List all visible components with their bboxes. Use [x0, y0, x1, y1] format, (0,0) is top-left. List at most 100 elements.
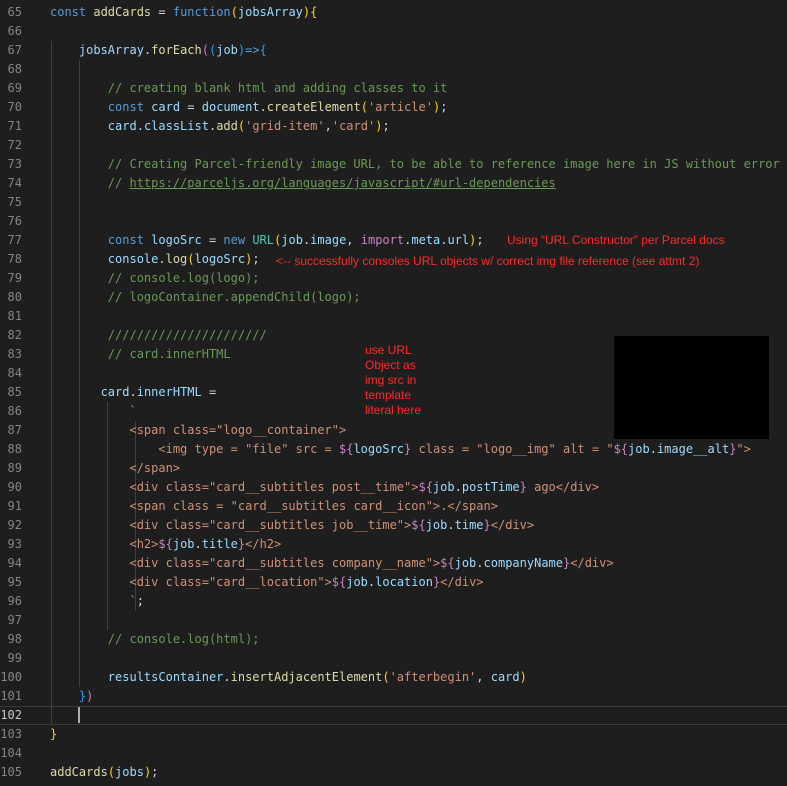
code-token: ${: [331, 575, 347, 589]
code-token: title: [201, 537, 238, 551]
code-token: <span class = "card__subtitles card__ico…: [129, 499, 498, 513]
code-line[interactable]: 79 // console.log(logo);: [0, 269, 787, 288]
code-text: card.innerHTML =: [50, 383, 217, 402]
code-line[interactable]: 105 addCards(jobs);: [0, 763, 787, 782]
code-token: =: [180, 100, 202, 114]
code-token: (: [187, 252, 195, 266]
code-line[interactable]: 100 resultsContainer.insertAdjacentEleme…: [0, 668, 787, 687]
code-line[interactable]: 67 jobsArray.forEach((job)=>{: [0, 41, 787, 60]
line-number: 75: [7, 195, 22, 209]
line-number: 80: [7, 290, 22, 304]
code-token: job: [432, 480, 455, 494]
code-token: ,: [324, 119, 332, 133]
code-line[interactable]: 81: [0, 307, 787, 326]
code-token: =: [151, 5, 173, 19]
code-token: new: [223, 233, 253, 247]
line-number: 72: [7, 138, 22, 152]
code-token: const: [107, 233, 152, 247]
code-token: .: [259, 100, 267, 114]
line-number: 82: [7, 328, 22, 342]
code-line[interactable]: 73 // Creating Parcel-friendly image URL…: [0, 155, 787, 174]
code-line[interactable]: 88 <img type = "file" src = ${logoSrc} c…: [0, 440, 787, 459]
line-number: 89: [7, 461, 22, 475]
code-token: https://parceljs.org/languages/javascrip…: [129, 176, 556, 190]
code-line[interactable]: 93 <h2>${job.title}</h2>: [0, 535, 787, 554]
code-token: document: [201, 100, 260, 114]
code-token: .: [136, 119, 144, 133]
code-line[interactable]: 95 <div class="card__location">${job.loc…: [0, 573, 787, 592]
code-line[interactable]: 101 }): [0, 687, 787, 706]
code-token: class = "logo__img" alt = ": [411, 442, 614, 456]
line-number: 94: [7, 556, 22, 570]
code-line[interactable]: 89 </span>: [0, 459, 787, 478]
code-token: 'article': [367, 100, 433, 114]
code-token: ${: [418, 480, 433, 494]
line-number: 92: [7, 518, 22, 532]
code-token: // console.log(logo);: [107, 271, 260, 285]
code-token: =>: [245, 43, 260, 57]
code-token: </div>: [570, 556, 614, 570]
line-number: 78: [7, 252, 22, 266]
code-token: .: [129, 385, 137, 399]
code-token: card: [100, 385, 130, 399]
code-line[interactable]: 92 <div class="card__subtitles job__time…: [0, 516, 787, 535]
code-line[interactable]: 70 const card = document.createElement('…: [0, 98, 787, 117]
code-token: time: [454, 518, 484, 532]
line-number: 74: [7, 176, 22, 190]
code-text: // card.innerHTML: [50, 345, 231, 364]
code-line[interactable]: 74 // https://parceljs.org/languages/jav…: [0, 174, 787, 193]
code-token: .: [223, 670, 231, 684]
redacted-region: [614, 336, 769, 439]
code-token: jobsArray: [78, 43, 144, 57]
code-text: // https://parceljs.org/languages/javasc…: [50, 174, 556, 193]
code-line[interactable]: 102: [0, 706, 787, 725]
code-line[interactable]: 72: [0, 136, 787, 155]
code-line[interactable]: 90 <div class="card__subtitles post__tim…: [0, 478, 787, 497]
code-text: <span class="logo__container">: [50, 421, 346, 440]
code-line[interactable]: 91 <span class = "card__subtitles card__…: [0, 497, 787, 516]
code-line[interactable]: 96 `;: [0, 592, 787, 611]
code-text: // console.log(logo);: [50, 269, 260, 288]
code-line[interactable]: 98 // console.log(html);: [0, 630, 787, 649]
code-line[interactable]: 80 // logoContainer.appendChild(logo);: [0, 288, 787, 307]
code-line[interactable]: 65 const addCards = function(jobsArray){: [0, 3, 787, 22]
code-token: <div class="card__subtitles company__nam…: [129, 556, 441, 570]
line-number: 66: [7, 24, 22, 38]
code-line[interactable]: 76: [0, 212, 787, 231]
code-token: // card.innerHTML: [107, 347, 231, 361]
code-line[interactable]: 103}: [0, 725, 787, 744]
code-token: .: [194, 537, 202, 551]
code-text: </span>: [50, 459, 180, 478]
code-text: // creating blank html and adding classe…: [50, 79, 448, 98]
code-token: ">: [736, 442, 751, 456]
code-line[interactable]: 97: [0, 611, 787, 630]
code-line[interactable]: 75: [0, 193, 787, 212]
line-number: 76: [7, 214, 22, 228]
annotation-console-success: <-- successfully consoles URL objects w/…: [276, 254, 700, 268]
code-text: card.classList.add('grid-item','card');: [50, 117, 390, 136]
code-token: ago</div>: [526, 480, 600, 494]
code-token: </span>: [129, 461, 181, 475]
code-token: insertAdjacentElement: [230, 670, 383, 684]
code-line[interactable]: 99: [0, 649, 787, 668]
line-number: 90: [7, 480, 22, 494]
code-text: <img type = "file" src = ${logoSrc} clas…: [50, 440, 751, 459]
code-line[interactable]: 66: [0, 22, 787, 41]
code-token: URL: [252, 233, 275, 247]
code-line[interactable]: 104: [0, 744, 787, 763]
code-token: <img type = "file" src =: [158, 442, 339, 456]
code-line[interactable]: 71 card.classList.add('grid-item','card'…: [0, 117, 787, 136]
code-token: logoSrc: [151, 233, 202, 247]
code-line[interactable]: 69 // creating blank html and adding cla…: [0, 79, 787, 98]
line-number: 96: [7, 594, 22, 608]
code-line[interactable]: 94 <div class="card__subtitles company__…: [0, 554, 787, 573]
code-line[interactable]: 68: [0, 60, 787, 79]
code-token: ): [86, 689, 94, 703]
code-token: ;: [136, 594, 144, 608]
